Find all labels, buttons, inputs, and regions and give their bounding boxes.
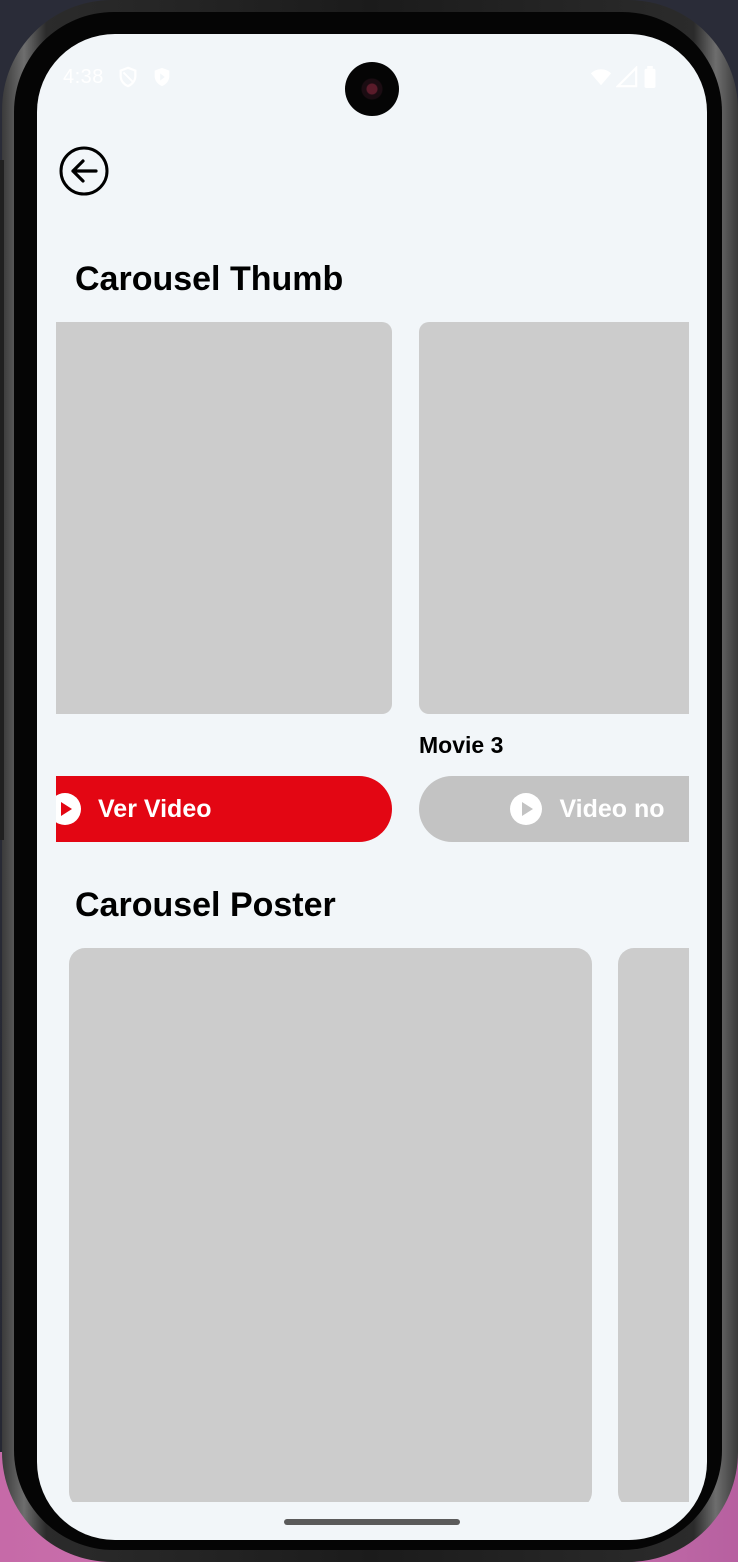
video-unavailable-button-label: Video no [559, 794, 665, 823]
phone-side-rail [0, 160, 4, 840]
carousel-thumb[interactable]: Ver Video Movie 3 Video no [56, 322, 689, 844]
watch-video-button[interactable]: Ver Video [56, 776, 392, 842]
battery-icon [644, 66, 656, 88]
status-bar: 4:38 [37, 34, 707, 124]
thumb-card-title: Movie 3 [419, 732, 504, 758]
play-protect-icon [154, 67, 170, 87]
front-camera [345, 62, 399, 116]
poster-card-placeholder[interactable] [618, 948, 689, 1502]
back-button[interactable] [59, 146, 109, 196]
home-indicator[interactable] [284, 1519, 460, 1525]
arrow-left-circle-icon [59, 146, 109, 196]
status-time: 4:38 [63, 66, 104, 88]
carousel-poster-title: Carousel Poster [75, 886, 336, 924]
carousel-thumb-title: Carousel Thumb [75, 260, 344, 298]
thumb-image-placeholder[interactable] [419, 322, 689, 714]
thumb-image-placeholder[interactable] [56, 322, 392, 714]
watch-video-button-label: Ver Video [98, 794, 212, 823]
shield-icon [119, 66, 137, 88]
carousel-poster[interactable] [69, 948, 689, 1502]
play-circle-icon [56, 793, 81, 825]
video-unavailable-button[interactable]: Video no [419, 776, 689, 842]
cellular-signal-icon [616, 66, 638, 88]
wifi-icon [590, 69, 612, 86]
poster-card-placeholder[interactable] [69, 948, 592, 1502]
app-screen: 4:38 Carousel Thumb Ver Video Movie 3 Vi… [37, 34, 707, 1540]
device-stage: 4:38 Carousel Thumb Ver Video Movie 3 Vi… [0, 0, 738, 1562]
play-circle-icon [510, 793, 543, 825]
